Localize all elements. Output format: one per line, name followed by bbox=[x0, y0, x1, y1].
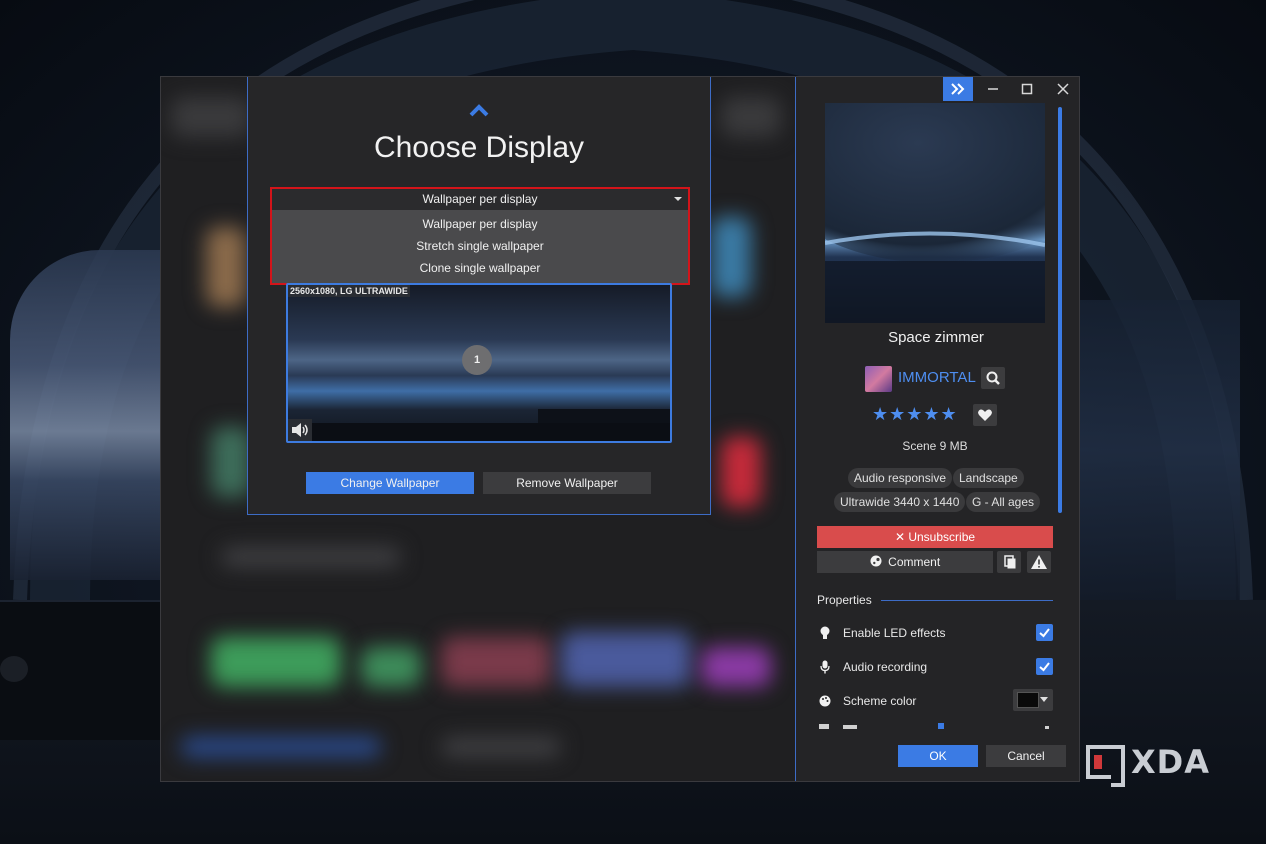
search-icon bbox=[986, 371, 1000, 385]
property-row-partial bbox=[817, 723, 1053, 729]
microphone-icon bbox=[820, 660, 830, 674]
scheme-color-picker[interactable] bbox=[1013, 689, 1053, 711]
collapse-panel-icon[interactable] bbox=[943, 77, 973, 101]
lightbulb-icon bbox=[820, 626, 830, 639]
author-link[interactable]: IMMORTAL bbox=[898, 369, 976, 386]
choose-display-dialog: Choose Display Wallpaper per display Wal… bbox=[247, 77, 711, 515]
favorite-button[interactable] bbox=[973, 404, 997, 426]
color-swatch bbox=[1017, 692, 1039, 708]
property-audio-recording: Audio recording bbox=[817, 657, 1053, 677]
xda-watermark-text: XDA bbox=[1131, 743, 1210, 781]
chevron-up-icon[interactable] bbox=[469, 103, 489, 117]
rating-stars: ★★★★★ bbox=[872, 404, 958, 424]
change-wallpaper-button[interactable]: Change Wallpaper bbox=[306, 472, 474, 494]
property-label: Audio recording bbox=[843, 660, 928, 674]
led-effects-checkbox[interactable] bbox=[1036, 624, 1053, 641]
wallpaper-type-size: Scene 9 MB bbox=[902, 439, 968, 453]
background-object bbox=[0, 656, 28, 682]
report-button[interactable] bbox=[1027, 551, 1051, 573]
ok-button[interactable]: OK bbox=[898, 745, 978, 767]
display-mode-dropdown[interactable]: Wallpaper per display Wallpaper per disp… bbox=[270, 187, 690, 285]
author-avatar[interactable] bbox=[865, 366, 892, 392]
copy-icon bbox=[1004, 555, 1016, 569]
check-icon bbox=[1039, 662, 1050, 672]
remove-wallpaper-button[interactable]: Remove Wallpaper bbox=[483, 472, 651, 494]
display-mode-selected[interactable]: Wallpaper per display bbox=[272, 189, 688, 210]
background-sky-right bbox=[1080, 300, 1240, 600]
copy-button[interactable] bbox=[997, 551, 1021, 573]
search-author-button[interactable] bbox=[981, 367, 1005, 389]
maximize-icon[interactable] bbox=[1012, 77, 1042, 101]
volume-icon[interactable] bbox=[288, 419, 312, 441]
cancel-button[interactable]: Cancel bbox=[986, 745, 1066, 767]
wallpaper-thumbnail bbox=[825, 103, 1045, 323]
tag-age-rating[interactable]: G - All ages bbox=[966, 492, 1041, 512]
comment-label: Comment bbox=[888, 555, 941, 569]
properties-heading: Properties bbox=[817, 593, 872, 607]
option-wallpaper-per-display[interactable]: Wallpaper per display bbox=[272, 213, 688, 235]
property-label: Enable LED effects bbox=[843, 626, 946, 640]
option-stretch-single-wallpaper[interactable]: Stretch single wallpaper bbox=[272, 235, 688, 257]
wallpaper-details-panel: Space zimmer IMMORTAL ★★★★★ Scene 9 MB A… bbox=[796, 77, 1079, 781]
display-preview-1[interactable]: 2560x1080, LG ULTRAWIDE 1 bbox=[286, 283, 672, 443]
background-sky-left bbox=[10, 250, 160, 580]
close-icon[interactable] bbox=[1048, 77, 1078, 101]
display-number-badge: 1 bbox=[462, 345, 492, 375]
xda-watermark: XDA bbox=[1086, 742, 1210, 787]
property-led-effects: Enable LED effects bbox=[817, 623, 1053, 643]
wallpaper-engine-window: Choose Display Wallpaper per display Wal… bbox=[160, 76, 1080, 782]
check-icon bbox=[1039, 628, 1050, 638]
palette-icon bbox=[819, 695, 831, 707]
choose-display-title: Choose Display bbox=[373, 131, 585, 164]
xda-logo-icon bbox=[1086, 745, 1125, 787]
tag-landscape[interactable]: Landscape bbox=[953, 468, 1024, 488]
display-resolution-label: 2560x1080, LG ULTRAWIDE bbox=[288, 285, 410, 297]
properties-divider bbox=[881, 600, 1053, 601]
steam-icon bbox=[870, 555, 882, 567]
minimize-icon[interactable] bbox=[978, 77, 1008, 101]
display-mode-selected-label: Wallpaper per display bbox=[422, 192, 538, 206]
option-clone-single-wallpaper[interactable]: Clone single wallpaper bbox=[272, 257, 688, 279]
property-scheme-color: Scheme color bbox=[817, 689, 1053, 711]
tag-ultrawide[interactable]: Ultrawide 3440 x 1440 bbox=[834, 492, 966, 512]
unsubscribe-button[interactable]: ✕ Unsubscribe bbox=[817, 526, 1053, 548]
comment-button[interactable]: Comment bbox=[817, 551, 993, 573]
warning-icon bbox=[1031, 555, 1047, 569]
wallpaper-title: Space zimmer bbox=[888, 329, 984, 346]
tag-audio-responsive[interactable]: Audio responsive bbox=[848, 468, 953, 488]
audio-recording-checkbox[interactable] bbox=[1036, 658, 1053, 675]
heart-icon bbox=[978, 409, 992, 421]
caret-down-icon bbox=[674, 197, 682, 201]
property-label: Scheme color bbox=[843, 694, 917, 708]
caret-down-icon bbox=[1040, 697, 1048, 702]
